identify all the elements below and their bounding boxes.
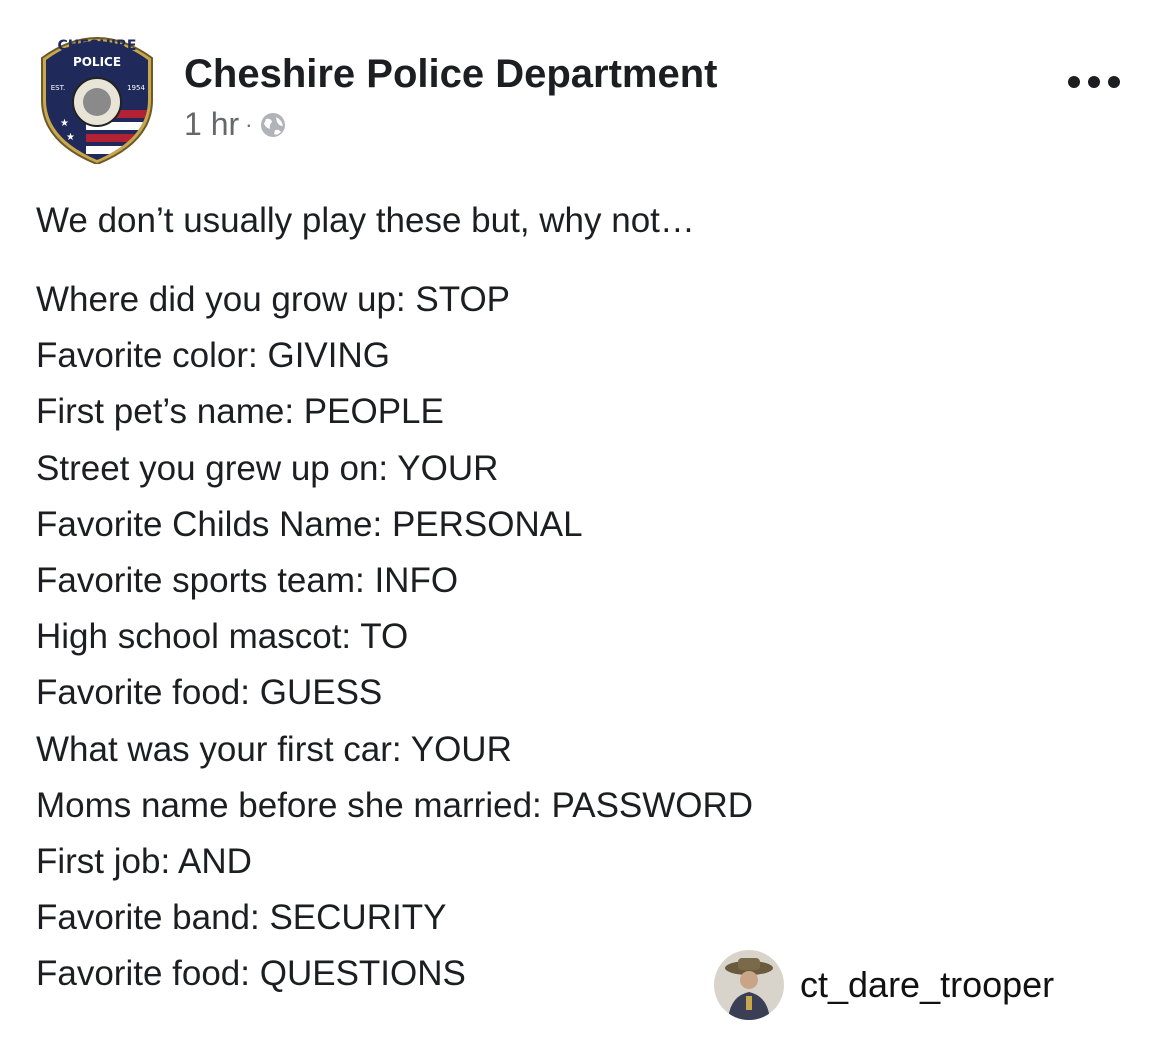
svg-text:★: ★ [66, 132, 75, 143]
list-item: Street you grew up on: YOUR [36, 448, 499, 488]
list-item: What was your first car: YOUR [36, 729, 512, 769]
list-item: Favorite food: GUESS [36, 673, 383, 713]
badge-right-text: 1954 [127, 84, 145, 92]
badge-left-text: EST. [51, 84, 66, 92]
watermark-handle: ct_dare_trooper [800, 964, 1055, 1005]
list-item: Favorite food: QUESTIONS [36, 954, 466, 994]
globe-icon [261, 112, 286, 137]
police-badge-logo: ★ ★ ★ CHESHIRE POLICE EST. 1954 [41, 37, 153, 166]
list-item: First pet’s name: PEOPLE [36, 392, 444, 432]
watermark: ct_dare_trooper [714, 950, 1054, 1020]
list-item: Favorite color: GIVING [36, 336, 390, 376]
list-item: Favorite Childs Name: PERSONAL [36, 504, 583, 544]
meta-separator: · [245, 111, 253, 137]
list-item: First job: AND [36, 842, 252, 882]
page-name-link[interactable]: Cheshire Police Department [184, 52, 718, 97]
post-meta: 1 hr · [184, 106, 288, 143]
page-avatar[interactable]: ★ ★ ★ CHESHIRE POLICE EST. 1954 [36, 30, 158, 166]
post-time[interactable]: 1 hr [184, 106, 239, 143]
svg-text:★: ★ [60, 118, 69, 129]
post-body-list: Where did you grow up: STOP Favorite col… [36, 272, 753, 1003]
badge-top-text: CHESHIRE [58, 38, 137, 54]
badge-middle-text: POLICE [73, 55, 121, 69]
post-header: ★ ★ ★ CHESHIRE POLICE EST. 1954 Cheshire… [36, 30, 1126, 170]
more-options-icon[interactable] [1064, 70, 1124, 94]
list-item: Where did you grow up: STOP [36, 280, 511, 319]
post-intro-text: We don’t usually play these but, why not… [36, 201, 695, 240]
list-item: Favorite band: SECURITY [36, 898, 447, 938]
list-item: High school mascot: TO [36, 617, 409, 657]
list-item: Moms name before she married: PASSWORD [36, 785, 754, 825]
trooper-avatar [714, 950, 784, 1020]
list-item: Favorite sports team: INFO [36, 561, 459, 601]
trooper-avatar-icon [714, 950, 784, 1020]
